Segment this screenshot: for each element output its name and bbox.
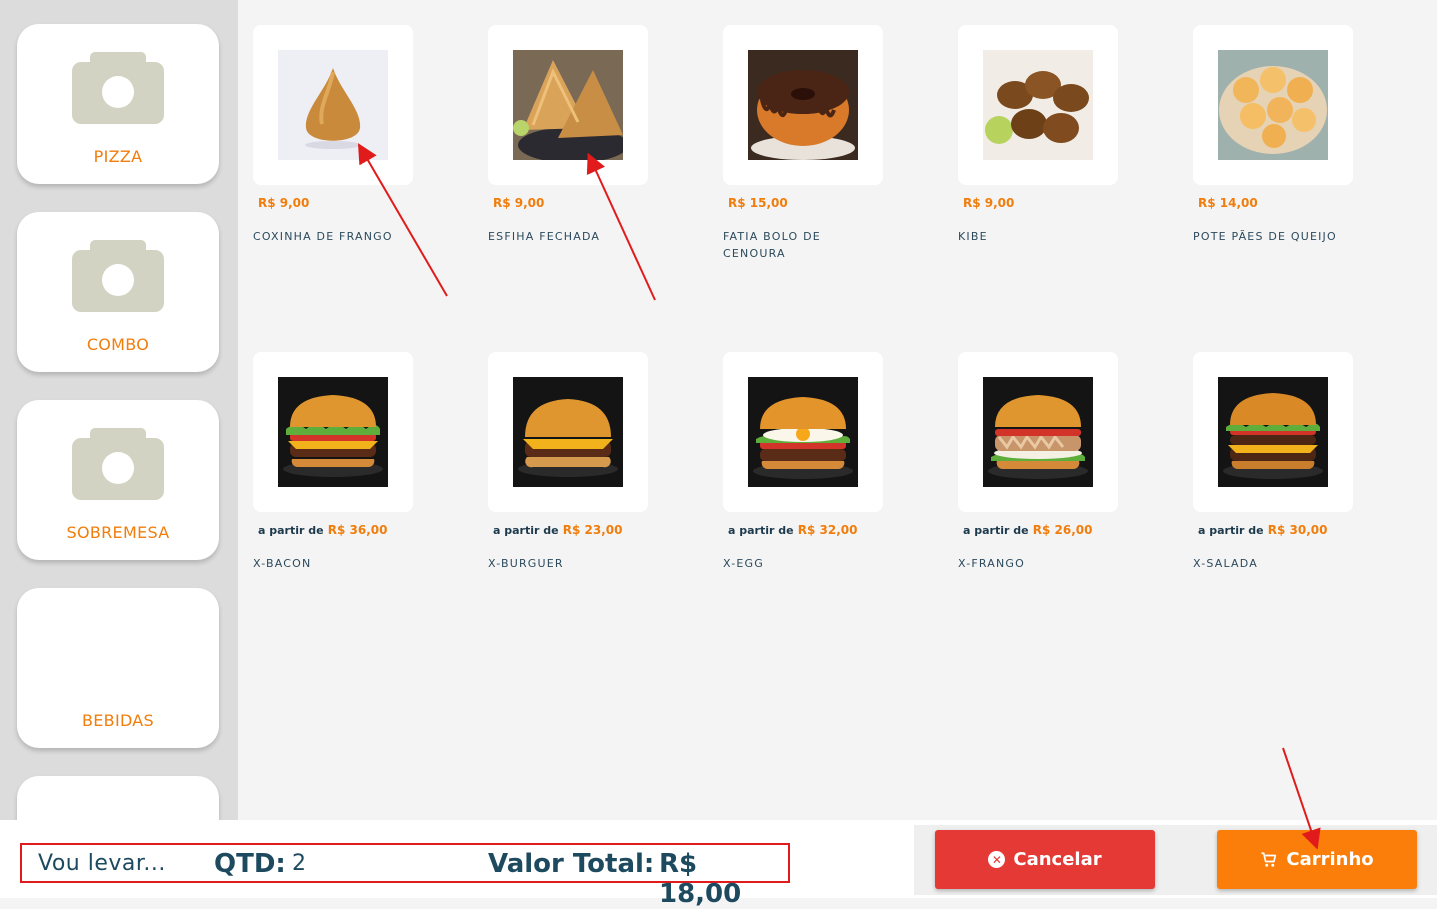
kibe-image — [983, 50, 1093, 160]
cancel-button[interactable]: ✕ Cancelar — [935, 830, 1155, 889]
price-value: R$ 26,00 — [1032, 523, 1093, 537]
camera-icon — [72, 52, 164, 124]
price-prefix: a partir de — [1198, 524, 1264, 537]
cart-icon — [1261, 851, 1277, 867]
product-name: X-FRANGO — [958, 557, 1026, 570]
product-card-pao-de-queijo[interactable] — [1193, 25, 1353, 185]
category-bebidas[interactable]: BEBIDAS — [17, 588, 219, 748]
category-combo[interactable]: COMBO — [17, 212, 219, 372]
total-value: R$ 18,00 — [659, 849, 742, 909]
product-price: R$ 9,00 — [963, 196, 1015, 210]
category-pizza[interactable]: PIZZA — [17, 24, 219, 184]
price-prefix: a partir de — [493, 524, 559, 537]
product-card-coxinha[interactable] — [253, 25, 413, 185]
price-prefix: a partir de — [258, 524, 324, 537]
coxinha-image — [278, 50, 388, 160]
product-card-bolo[interactable] — [723, 25, 883, 185]
product-name: X-EGG — [723, 557, 764, 570]
camera-icon — [72, 240, 164, 312]
product-card-x-egg[interactable] — [723, 352, 883, 512]
product-card-x-frango[interactable] — [958, 352, 1118, 512]
esfiha-image — [513, 50, 623, 160]
product-card-kibe[interactable] — [958, 25, 1118, 185]
price-value: R$ 30,00 — [1267, 523, 1328, 537]
product-name: POTE PÃES DE QUEIJO — [1193, 230, 1337, 243]
product-card-x-bacon[interactable] — [253, 352, 413, 512]
price-prefix: a partir de — [963, 524, 1029, 537]
category-label: PIZZA — [93, 147, 143, 166]
burger-image — [748, 377, 858, 487]
product-card-x-salada[interactable] — [1193, 352, 1353, 512]
product-price: R$ 14,00 — [1198, 196, 1258, 210]
product-card-x-burguer[interactable] — [488, 352, 648, 512]
product-price: a partir de R$ 23,00 — [493, 523, 623, 537]
cancel-label: Cancelar — [1013, 849, 1102, 870]
order-summary: Vou levar... QTD: 2 Valor Total: R$ 18,0… — [20, 843, 790, 909]
category-label: SOBREMESA — [66, 523, 170, 542]
product-name: X-SALADA — [1193, 557, 1258, 570]
product-price: R$ 9,00 — [493, 196, 545, 210]
burger-image — [278, 377, 388, 487]
category-label: COMBO — [86, 335, 150, 354]
product-card-esfiha[interactable] — [488, 25, 648, 185]
product-price: R$ 15,00 — [728, 196, 788, 210]
camera-icon — [72, 428, 164, 500]
bolo-image — [748, 50, 858, 160]
product-name: X-BACON — [253, 557, 312, 570]
product-price: a partir de R$ 30,00 — [1198, 523, 1328, 537]
close-circle-icon: ✕ — [988, 851, 1006, 868]
product-price: R$ 9,00 — [258, 196, 310, 210]
category-label: BEBIDAS — [81, 711, 155, 730]
category-partial[interactable] — [17, 776, 219, 820]
product-price: a partir de R$ 36,00 — [258, 523, 388, 537]
product-name: KIBE — [958, 230, 988, 243]
category-sobremesa[interactable]: SOBREMESA — [17, 400, 219, 560]
pao-de-queijo-image — [1218, 50, 1328, 160]
price-prefix: a partir de — [728, 524, 794, 537]
price-value: R$ 32,00 — [797, 523, 858, 537]
cart-button[interactable]: Carrinho — [1217, 830, 1417, 889]
cart-label: Carrinho — [1286, 849, 1374, 870]
burger-image — [1218, 377, 1328, 487]
quantity-value: 2 — [292, 851, 306, 876]
summary-label: Vou levar... — [38, 851, 166, 876]
product-price: a partir de R$ 26,00 — [963, 523, 1093, 537]
product-name: X-BURGUER — [488, 557, 564, 570]
product-name: ESFIHA FECHADA — [488, 230, 601, 243]
price-value: R$ 36,00 — [327, 523, 388, 537]
product-name: COXINHA DE FRANGO — [253, 230, 393, 243]
quantity-label: QTD: — [214, 849, 286, 879]
product-name: FATIA BOLO DE CENOURA — [723, 230, 821, 260]
category-sidebar: PIZZA COMBO SOBREMESA BEBIDAS — [0, 0, 238, 820]
burger-image — [983, 377, 1093, 487]
price-value: R$ 23,00 — [562, 523, 623, 537]
burger-image — [513, 377, 623, 487]
product-price: a partir de R$ 32,00 — [728, 523, 858, 537]
total-label: Valor Total: — [488, 849, 655, 879]
